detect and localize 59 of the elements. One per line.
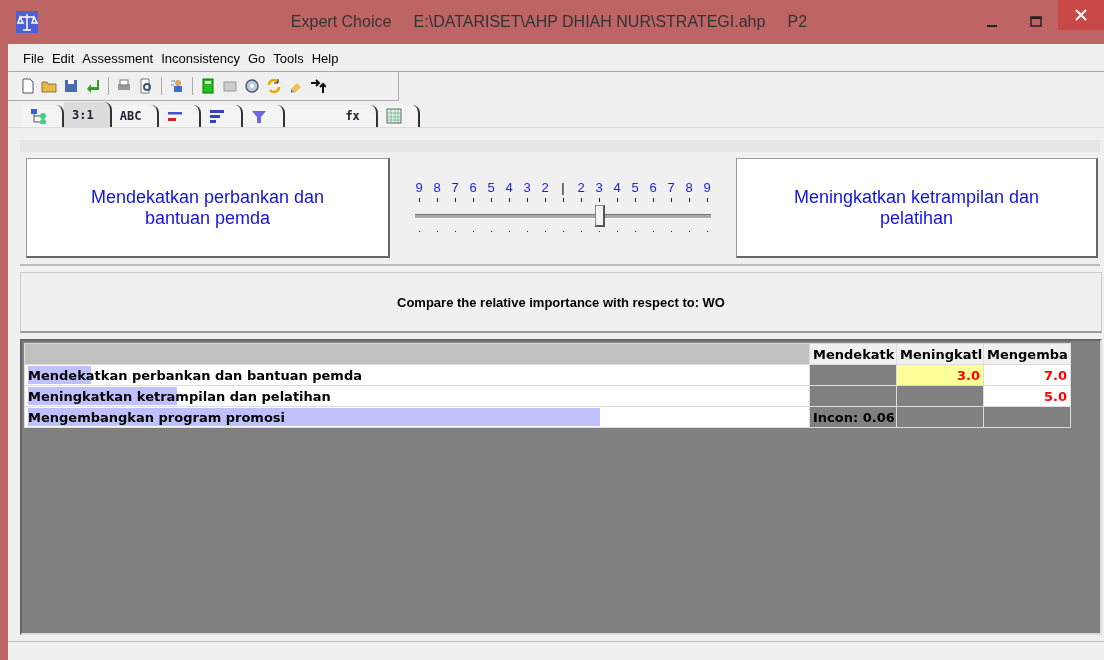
bars-icon [209, 108, 226, 124]
scale-label: 7 [450, 179, 460, 195]
scale-label: 8 [432, 179, 442, 195]
maximize-icon [1030, 16, 1042, 28]
menu-item[interactable]: Help [308, 50, 342, 66]
scale-label: 3 [594, 179, 604, 195]
floppy-disk-icon[interactable] [62, 77, 80, 95]
column-header: Mendekatk [809, 343, 897, 365]
scale-label: 2 [576, 179, 586, 195]
row-name[interactable]: Mengembangkan program promosi [24, 406, 810, 428]
tab[interactable]: ABC [111, 105, 160, 127]
tab[interactable] [201, 105, 244, 127]
grid-icon [385, 108, 402, 124]
tab[interactable] [22, 105, 64, 127]
scale-icon [16, 11, 38, 33]
scale-label: 5 [630, 179, 640, 195]
menu-item[interactable]: Edit [48, 50, 78, 66]
hierarchy-icon [30, 108, 46, 124]
tab[interactable]: 3:1 [64, 102, 112, 127]
right-element-box[interactable]: Meningkatkan ketrampilan dan pelatihan [736, 158, 1098, 258]
menu-item[interactable]: Assessment [79, 50, 157, 66]
refresh-icon[interactable] [265, 77, 283, 95]
scale-label: 5 [486, 179, 496, 195]
menu-item[interactable]: Go [244, 50, 269, 66]
scale-label: 7 [666, 179, 676, 195]
left-element-box[interactable]: Mendekatkan perbankan dan bantuan pemda [26, 158, 390, 258]
tab[interactable] [377, 105, 420, 127]
funnel-icon [251, 108, 268, 124]
tab[interactable]: fx [285, 105, 378, 127]
slider-track[interactable] [415, 204, 711, 227]
row-name[interactable]: Mendekatkan perbankan dan bantuan pemda [24, 364, 810, 386]
scale-label: 3 [522, 179, 532, 195]
prompt-text: Compare the relative importance with respect to: WO [20, 272, 1102, 333]
gear-icon[interactable] [243, 77, 261, 95]
close-button[interactable] [1058, 0, 1104, 30]
scale-label: 6 [648, 179, 658, 195]
row-name[interactable]: Meningkatkan ketrampilan dan pelatihan [24, 385, 810, 407]
menu-item[interactable]: Tools [270, 50, 307, 66]
scale-label: 4 [504, 179, 514, 195]
scale-label: 9 [414, 179, 424, 195]
scale-label: 4 [612, 179, 622, 195]
menu-item[interactable]: Inconsistency [158, 50, 243, 66]
slider-thumb[interactable] [595, 204, 605, 227]
column-header: Mengemba [983, 343, 1071, 365]
tab[interactable] [243, 105, 286, 127]
scale-label: 6 [468, 179, 478, 195]
tab[interactable] [159, 105, 202, 127]
close-icon [1075, 9, 1087, 21]
scale-label: 9 [702, 179, 712, 195]
calculator-icon[interactable] [199, 77, 217, 95]
scale-label: | [560, 179, 566, 195]
arrow-icon[interactable] [84, 77, 102, 95]
column-header: Meningkatl [896, 343, 984, 365]
minimize-icon [987, 25, 997, 27]
scale-label: 2 [540, 179, 550, 195]
arrows-icon[interactable] [309, 77, 327, 95]
scale-label: 8 [684, 179, 694, 195]
menu-item[interactable]: File [20, 50, 47, 66]
window-title: Expert Choice E:\DATARISET\AHP DHIAH NUR\STRATEGI.ahp P2 [289, 13, 809, 31]
